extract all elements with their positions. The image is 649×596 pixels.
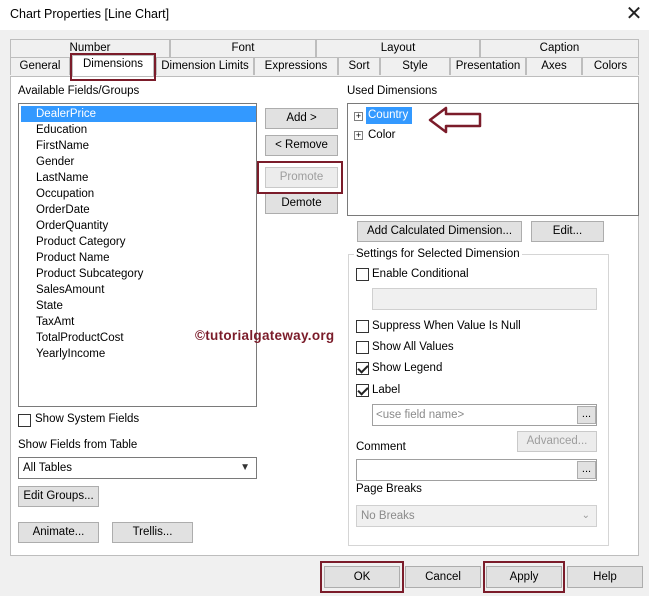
label-label: Label: [372, 384, 401, 396]
list-item[interactable]: State: [36, 298, 63, 314]
show-legend-label: Show Legend: [372, 362, 443, 374]
list-item-dealerprice[interactable]: DealerPrice: [21, 106, 256, 122]
list-item[interactable]: Product Name: [36, 250, 110, 266]
list-item[interactable]: OrderDate: [36, 202, 90, 218]
available-fields-label: Available Fields/Groups: [18, 85, 140, 97]
edit-groups-button[interactable]: Edit Groups...: [18, 486, 99, 507]
table-select[interactable]: All Tables ▼: [18, 457, 257, 479]
list-item[interactable]: FirstName: [36, 138, 89, 154]
list-item[interactable]: Gender: [36, 154, 74, 170]
conditional-field: [372, 288, 597, 310]
list-item[interactable]: TotalProductCost: [36, 330, 124, 346]
used-dimension-color[interactable]: Color: [368, 127, 395, 144]
comment-label: Comment: [356, 441, 406, 453]
chevron-down-icon: ▼: [240, 462, 250, 473]
tab-axes[interactable]: Axes: [526, 57, 582, 75]
tab-sort[interactable]: Sort: [338, 57, 380, 75]
add-button[interactable]: Add >: [265, 108, 338, 129]
comment-input[interactable]: [356, 459, 597, 481]
tab-dimension-limits[interactable]: Dimension Limits: [156, 57, 254, 75]
list-item[interactable]: Occupation: [36, 186, 94, 202]
settings-title: Settings for Selected Dimension: [354, 248, 522, 260]
cancel-button[interactable]: Cancel: [405, 566, 481, 588]
advanced-button[interactable]: Advanced...: [517, 431, 597, 452]
label-input[interactable]: <use field name>: [372, 404, 597, 426]
show-all-values-label: Show All Values: [372, 341, 454, 353]
watermark-text: ©tutorialgateway.org: [195, 328, 335, 343]
enable-conditional-checkbox[interactable]: [356, 268, 369, 281]
demote-button[interactable]: Demote: [265, 193, 338, 214]
help-button[interactable]: Help: [567, 566, 643, 588]
list-item[interactable]: YearlyIncome: [36, 346, 105, 362]
tab-caption[interactable]: Caption: [480, 39, 639, 57]
suppress-null-checkbox[interactable]: [356, 320, 369, 333]
edit-button[interactable]: Edit...: [531, 221, 604, 242]
expand-plus-icon[interactable]: +: [354, 112, 363, 121]
table-select-value: All Tables: [23, 462, 73, 474]
tab-expressions[interactable]: Expressions: [254, 57, 338, 75]
remove-button[interactable]: < Remove: [265, 135, 338, 156]
window-title: Chart Properties [Line Chart]: [10, 7, 170, 21]
used-dimensions-list[interactable]: + Country + Color: [347, 103, 639, 216]
tab-layout[interactable]: Layout: [316, 39, 480, 57]
close-icon[interactable]: ✕: [622, 2, 646, 26]
list-item[interactable]: OrderQuantity: [36, 218, 108, 234]
highlight-ok: [320, 561, 404, 593]
tab-general[interactable]: General: [10, 57, 70, 75]
list-item[interactable]: SalesAmount: [36, 282, 104, 298]
label-ellipsis-button[interactable]: ...: [577, 406, 596, 424]
used-dimensions-label: Used Dimensions: [347, 85, 438, 97]
list-item[interactable]: Education: [36, 122, 87, 138]
label-checkbox[interactable]: [356, 384, 369, 397]
used-dimension-country[interactable]: Country: [366, 107, 412, 124]
trellis-button[interactable]: Trellis...: [112, 522, 193, 543]
chevron-down-icon: ⌄: [581, 510, 590, 521]
highlight-apply: [483, 561, 565, 593]
tab-presentation[interactable]: Presentation: [450, 57, 526, 75]
show-system-fields-label: Show System Fields: [35, 413, 140, 425]
tab-font[interactable]: Font: [170, 39, 316, 57]
tab-colors[interactable]: Colors: [582, 57, 639, 75]
show-system-fields-checkbox[interactable]: [18, 414, 31, 427]
arrow-left-icon: [428, 106, 482, 134]
highlight-dimensions-tab: [70, 53, 156, 81]
page-breaks-select[interactable]: No Breaks ⌄: [356, 505, 597, 527]
highlight-promote: [257, 161, 343, 194]
list-item[interactable]: Product Subcategory: [36, 266, 143, 282]
add-calculated-dimension-button[interactable]: Add Calculated Dimension...: [357, 221, 522, 242]
page-breaks-value: No Breaks: [361, 510, 415, 522]
comment-ellipsis-button[interactable]: ...: [577, 461, 596, 479]
available-fields-list[interactable]: DealerPrice Education FirstName Gender L…: [18, 103, 257, 407]
show-all-values-checkbox[interactable]: [356, 341, 369, 354]
show-legend-checkbox[interactable]: [356, 362, 369, 375]
list-item[interactable]: TaxAmt: [36, 314, 74, 330]
list-item[interactable]: LastName: [36, 170, 88, 186]
list-item[interactable]: Product Category: [36, 234, 126, 250]
animate-button[interactable]: Animate...: [18, 522, 99, 543]
expand-plus-icon[interactable]: +: [354, 131, 363, 140]
tab-style[interactable]: Style: [380, 57, 450, 75]
show-fields-from-table-label: Show Fields from Table: [18, 439, 138, 451]
suppress-null-label: Suppress When Value Is Null: [372, 320, 521, 332]
page-breaks-label: Page Breaks: [356, 483, 422, 495]
enable-conditional-label: Enable Conditional: [372, 268, 469, 280]
